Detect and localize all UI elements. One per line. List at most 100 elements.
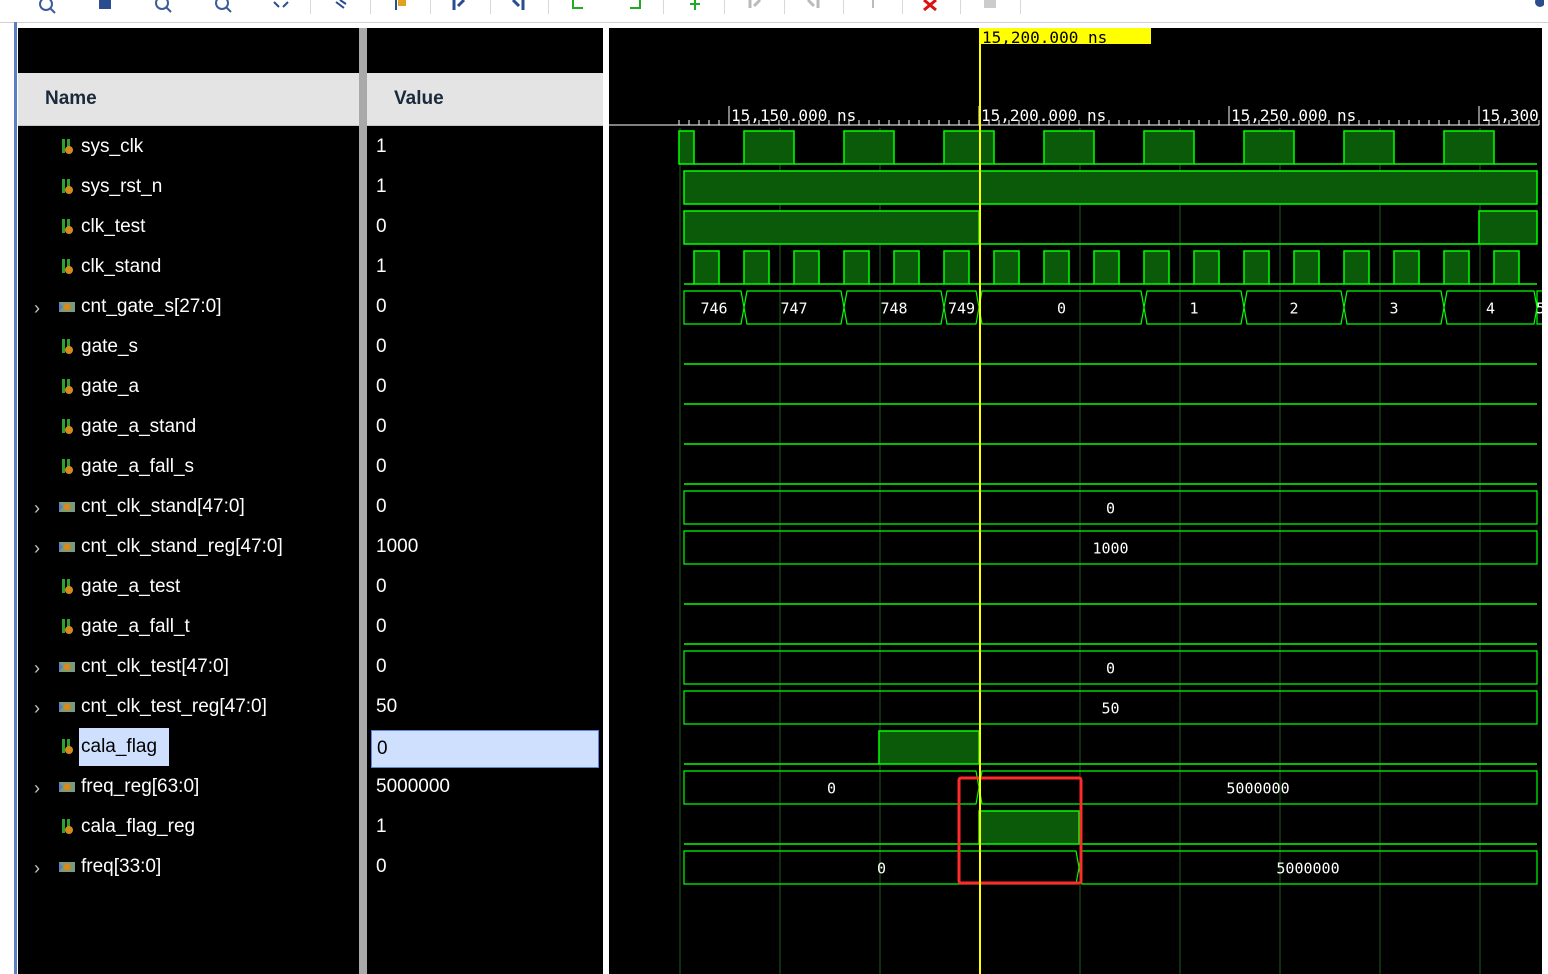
cnt-gate-s-bus-value: 2 — [1289, 300, 1298, 318]
signal-value-row[interactable]: 0 — [371, 730, 599, 768]
sys-clk-high-segment — [743, 130, 795, 165]
signal-row[interactable]: gate_a_test — [18, 568, 359, 608]
value-column-header[interactable]: Value — [367, 73, 603, 126]
signal-value-row: 0 — [367, 288, 603, 328]
bus-signal-icon — [58, 538, 76, 556]
expand-chevron-icon[interactable]: › — [34, 858, 46, 878]
clk-stand-high-segment — [1443, 250, 1470, 285]
cursor-time-label: 15,200.000 ns — [982, 28, 1107, 47]
signal-row[interactable]: sys_clk — [18, 128, 359, 168]
delete-icon[interactable] — [916, 0, 946, 14]
swap-cursors-icon[interactable] — [680, 0, 710, 14]
bit-signal-icon — [58, 738, 76, 756]
signal-value: 50 — [376, 696, 398, 717]
next-edge-icon[interactable] — [503, 0, 533, 14]
expand-chevron-icon[interactable]: › — [34, 498, 46, 518]
zoom-out-icon[interactable] — [208, 0, 238, 14]
cnt-gate-s-bus-value: 0 — [1057, 300, 1066, 318]
insert-icon — [858, 0, 888, 14]
signal-name: cnt_clk_stand_reg[47:0] — [81, 536, 283, 557]
signal-row[interactable]: › cnt_clk_stand[47:0] — [18, 488, 359, 528]
signal-name: cnt_clk_test[47:0] — [81, 656, 229, 677]
sys-clk-high-segment — [1143, 130, 1195, 165]
waveform-panel[interactable]: 15,150.000 ns 15,200.000 ns 15,250.000 ns 1… — [609, 28, 1542, 974]
name-column-header[interactable]: Name — [18, 73, 359, 126]
time-tick-label: 15,300 — [1481, 106, 1539, 125]
signal-name: gate_a_fall_s — [81, 456, 195, 477]
signal-row[interactable]: › cnt_clk_test_reg[47:0] — [18, 688, 359, 728]
signal-name: sys_clk — [81, 136, 144, 157]
bit-signal-icon — [58, 338, 76, 356]
remove-marker-icon[interactable] — [620, 0, 650, 14]
zoom-in-icon[interactable] — [148, 0, 178, 14]
marker-icon[interactable] — [326, 0, 356, 14]
bit-signal-icon — [58, 458, 76, 476]
window-edge — [14, 22, 17, 974]
signal-value-row: 1 — [367, 128, 603, 168]
clk-stand-high-segment — [1143, 250, 1170, 285]
signal-row[interactable]: gate_s — [18, 328, 359, 368]
bus-signal-icon — [58, 858, 76, 876]
bit-signal-icon — [58, 218, 76, 236]
signal-value: 0 — [377, 738, 388, 759]
name-header-label: Name — [45, 88, 97, 109]
expand-chevron-icon[interactable]: › — [34, 778, 46, 798]
signal-row[interactable]: gate_a_stand — [18, 408, 359, 448]
add-marker-icon[interactable] — [563, 0, 593, 14]
bit-signal-icon — [58, 818, 76, 836]
signal-row[interactable]: › freq[33:0] — [18, 848, 359, 888]
zoom-full-icon[interactable] — [266, 0, 296, 14]
freq-bus-value: 0 — [877, 860, 886, 878]
signal-row[interactable]: gate_a_fall_t — [18, 608, 359, 648]
zoom-fit-icon[interactable] — [32, 0, 62, 14]
signal-value: 1000 — [376, 536, 419, 557]
cnt-gate-s-bus-value: 1 — [1189, 300, 1198, 318]
signal-row[interactable]: › cnt_gate_s[27:0] — [18, 288, 359, 328]
signal-row[interactable]: clk_test — [18, 208, 359, 248]
expand-chevron-icon[interactable]: › — [34, 538, 46, 558]
cnt-gate-s-bus-value: 3 — [1389, 300, 1398, 318]
sys-clk-high-segment — [1343, 130, 1395, 165]
signal-row[interactable]: › cnt_clk_stand_reg[47:0] — [18, 528, 359, 568]
signal-row[interactable]: gate_a_fall_s — [18, 448, 359, 488]
signal-value: 0 — [376, 856, 387, 877]
signal-value-row: 0 — [367, 848, 603, 888]
signal-name: gate_s — [81, 336, 139, 357]
signal-row[interactable]: cala_flag — [18, 728, 359, 768]
signal-value-row: 0 — [367, 488, 603, 528]
signal-name: gate_a_stand — [81, 416, 197, 437]
bit-signal-icon — [58, 178, 76, 196]
time-tick-label: 15,200.000 ns — [981, 106, 1106, 125]
signal-value-panel: Value 1 1 0 1 0 0 0 0 0 0 1000 0 0 0 50 0 5000000 1 0 — [367, 28, 603, 974]
expand-chevron-icon[interactable]: › — [34, 698, 46, 718]
expand-chevron-icon[interactable]: › — [34, 298, 46, 318]
bus-signal-icon — [58, 498, 76, 516]
signal-row[interactable]: sys_rst_n — [18, 168, 359, 208]
clk-test-high-segment — [1478, 210, 1538, 245]
cnt-gate-s-bus-value: 746 — [700, 300, 727, 318]
freq-reg-bus-value: 5000000 — [1226, 780, 1289, 798]
signal-row[interactable]: › freq_reg[63:0] — [18, 768, 359, 808]
go-to-cursor-icon[interactable] — [386, 0, 416, 14]
expand-chevron-icon[interactable]: › — [34, 658, 46, 678]
signal-row[interactable]: gate_a — [18, 368, 359, 408]
signal-value-row: 1 — [367, 248, 603, 288]
panel-splitter[interactable] — [359, 28, 367, 974]
bus-signal-icon — [58, 778, 76, 796]
previous-edge-icon[interactable] — [444, 0, 474, 14]
sys-clk-high-segment — [678, 130, 695, 165]
signal-row[interactable]: cala_flag_reg — [18, 808, 359, 848]
freq-bus-value: 5000000 — [1276, 860, 1339, 878]
settings-icon[interactable] — [1520, 0, 1548, 14]
waveform-toolbar — [0, 0, 1548, 23]
signal-value: 1 — [376, 136, 387, 157]
signal-value-row: 0 — [367, 608, 603, 648]
previous-transition-icon — [740, 0, 770, 14]
save-icon[interactable] — [90, 0, 120, 14]
signal-row[interactable]: clk_stand — [18, 248, 359, 288]
signal-row[interactable]: › cnt_clk_test[47:0] — [18, 648, 359, 688]
signal-name: cnt_clk_test_reg[47:0] — [81, 696, 267, 717]
bus-signal-icon — [58, 658, 76, 676]
signal-value: 0 — [376, 416, 387, 437]
signal-name: sys_rst_n — [81, 176, 163, 197]
